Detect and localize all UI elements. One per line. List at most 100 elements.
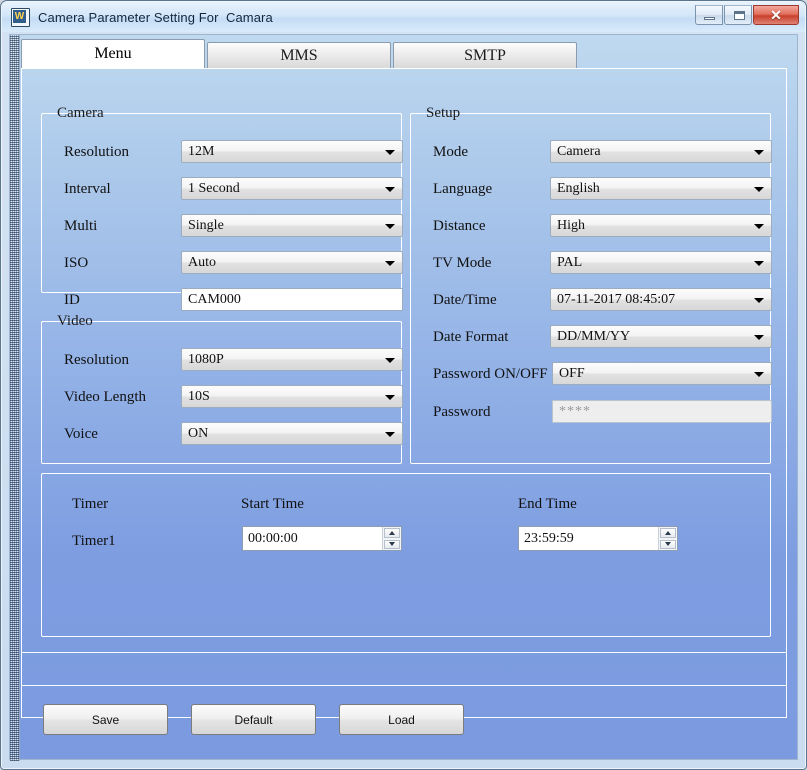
combo-setup-password-onoff-value: OFF	[559, 365, 585, 381]
input-setup-password[interactable]: ****	[552, 400, 772, 423]
label-setup-tvmode: TV Mode	[433, 255, 492, 271]
spinner-up-button[interactable]	[660, 528, 676, 538]
label-setup-password: Password	[433, 404, 491, 420]
chevron-down-icon	[754, 372, 764, 377]
group-setup-legend: Setup	[421, 105, 466, 122]
chevron-down-icon	[754, 224, 764, 229]
combo-camera-multi-value: Single	[188, 217, 224, 233]
group-setup: Setup Mode Camera Language English Dista…	[410, 105, 772, 464]
input-camera-id[interactable]: CAM000	[181, 288, 403, 311]
group-video-legend: Video	[52, 313, 98, 330]
window-title: Camera Parameter Setting For Camara	[38, 9, 273, 25]
client-area: Menu MMS SMTP Camera Resolution 12M Inte…	[9, 34, 798, 761]
label-camera-interval: Interval	[64, 181, 111, 197]
combo-video-voice-value: ON	[188, 425, 209, 441]
combo-camera-interval-value: 1 Second	[188, 180, 240, 196]
chevron-down-icon	[385, 150, 395, 155]
combo-setup-datetime[interactable]: 07-11-2017 08:45:07	[550, 288, 772, 311]
label-setup-dateformat: Date Format	[433, 329, 509, 345]
spinner-down-button[interactable]	[660, 539, 676, 549]
spinner-end-time[interactable]: 23:59:59	[518, 526, 678, 551]
label-camera-multi: Multi	[64, 218, 98, 234]
label-camera-id: ID	[64, 292, 80, 308]
combo-video-resolution[interactable]: 1080P	[181, 348, 403, 371]
tab-smtp[interactable]: SMTP	[393, 42, 577, 68]
combo-camera-iso[interactable]: Auto	[181, 251, 403, 274]
default-button[interactable]: Default	[191, 704, 316, 735]
label-setup-mode: Mode	[433, 144, 468, 160]
combo-camera-iso-value: Auto	[188, 254, 216, 270]
label-camera-resolution: Resolution	[64, 144, 130, 160]
combo-setup-datetime-value: 07-11-2017 08:45:07	[557, 291, 676, 307]
tab-panel-menu: Camera Resolution 12M Interval 1 Second …	[21, 68, 787, 718]
title-bar: W Camera Parameter Setting For Camara ✕	[2, 2, 805, 32]
label-video-resolution: Resolution	[64, 352, 130, 368]
combo-video-length-value: 10S	[188, 388, 210, 404]
footer-separator-bottom	[21, 685, 787, 686]
spinner-start-time[interactable]: 00:00:00	[242, 526, 402, 551]
spinner-end-time-value: 23:59:59	[524, 530, 574, 546]
chevron-down-icon	[754, 335, 764, 340]
chevron-down-icon	[385, 187, 395, 192]
label-timer: Timer	[72, 496, 109, 512]
app-window: W Camera Parameter Setting For Camara ✕	[0, 0, 807, 770]
app-icon-glyph: W	[13, 9, 26, 23]
combo-video-length[interactable]: 10S	[181, 385, 403, 408]
chevron-down-icon	[385, 395, 395, 400]
app-icon: W	[11, 7, 30, 27]
spinner-down-button[interactable]	[384, 539, 400, 549]
input-camera-id-value: CAM000	[188, 291, 241, 307]
load-button-label: Load	[388, 712, 415, 727]
window-controls: ✕	[694, 5, 799, 25]
combo-setup-tvmode-value: PAL	[557, 254, 583, 270]
close-button[interactable]: ✕	[753, 5, 799, 25]
combo-video-resolution-value: 1080P	[188, 351, 224, 367]
combo-camera-multi[interactable]: Single	[181, 214, 403, 237]
footer-separator-top	[21, 652, 787, 653]
combo-setup-dateformat[interactable]: DD/MM/YY	[550, 325, 772, 348]
spinner-up-button[interactable]	[384, 528, 400, 538]
label-setup-distance: Distance	[433, 218, 486, 234]
combo-setup-mode[interactable]: Camera	[550, 140, 772, 163]
label-setup-password-onoff: Password ON/OFF	[433, 366, 548, 382]
maximize-button[interactable]	[724, 5, 752, 25]
combo-setup-language[interactable]: English	[550, 177, 772, 200]
combo-setup-distance-value: High	[557, 217, 585, 233]
label-video-length: Video Length	[64, 389, 146, 405]
chevron-down-icon	[385, 432, 395, 437]
label-setup-datetime: Date/Time	[433, 292, 497, 308]
tab-menu-label: Menu	[94, 45, 132, 62]
group-camera-legend: Camera	[52, 105, 109, 122]
label-setup-language: Language	[433, 181, 493, 197]
chevron-down-icon	[754, 261, 764, 266]
combo-video-voice[interactable]: ON	[181, 422, 403, 445]
triangle-up-icon	[389, 530, 395, 535]
combo-setup-password-onoff[interactable]: OFF	[552, 362, 772, 385]
chevron-down-icon	[754, 187, 764, 192]
save-button[interactable]: Save	[43, 704, 168, 735]
header-end-time: End Time	[518, 496, 577, 512]
minimize-button[interactable]	[695, 5, 723, 25]
triangle-down-icon	[389, 542, 395, 547]
tab-mms[interactable]: MMS	[207, 42, 391, 68]
header-start-time: Start Time	[241, 496, 304, 512]
combo-camera-resolution[interactable]: 12M	[181, 140, 403, 163]
chevron-down-icon	[385, 224, 395, 229]
combo-camera-interval[interactable]: 1 Second	[181, 177, 403, 200]
tab-mms-label: MMS	[280, 46, 318, 64]
label-camera-iso: ISO	[64, 255, 89, 271]
combo-setup-tvmode[interactable]: PAL	[550, 251, 772, 274]
combo-setup-dateformat-value: DD/MM/YY	[557, 328, 631, 344]
load-button[interactable]: Load	[339, 704, 464, 735]
tab-smtp-label: SMTP	[464, 46, 506, 64]
combo-setup-language-value: English	[557, 180, 600, 196]
group-timer: Timer Timer1 Start Time End Time 00:00:0…	[41, 473, 771, 637]
window-frame: W Camera Parameter Setting For Camara ✕	[0, 0, 807, 770]
triangle-down-icon	[665, 542, 671, 547]
resize-grip-strip[interactable]	[10, 35, 20, 761]
combo-camera-resolution-value: 12M	[188, 143, 215, 159]
tab-menu[interactable]: Menu	[21, 39, 205, 68]
combo-setup-distance[interactable]: High	[550, 214, 772, 237]
label-timer1: Timer1	[72, 533, 116, 549]
group-camera: Camera Resolution 12M Interval 1 Second …	[41, 105, 403, 311]
